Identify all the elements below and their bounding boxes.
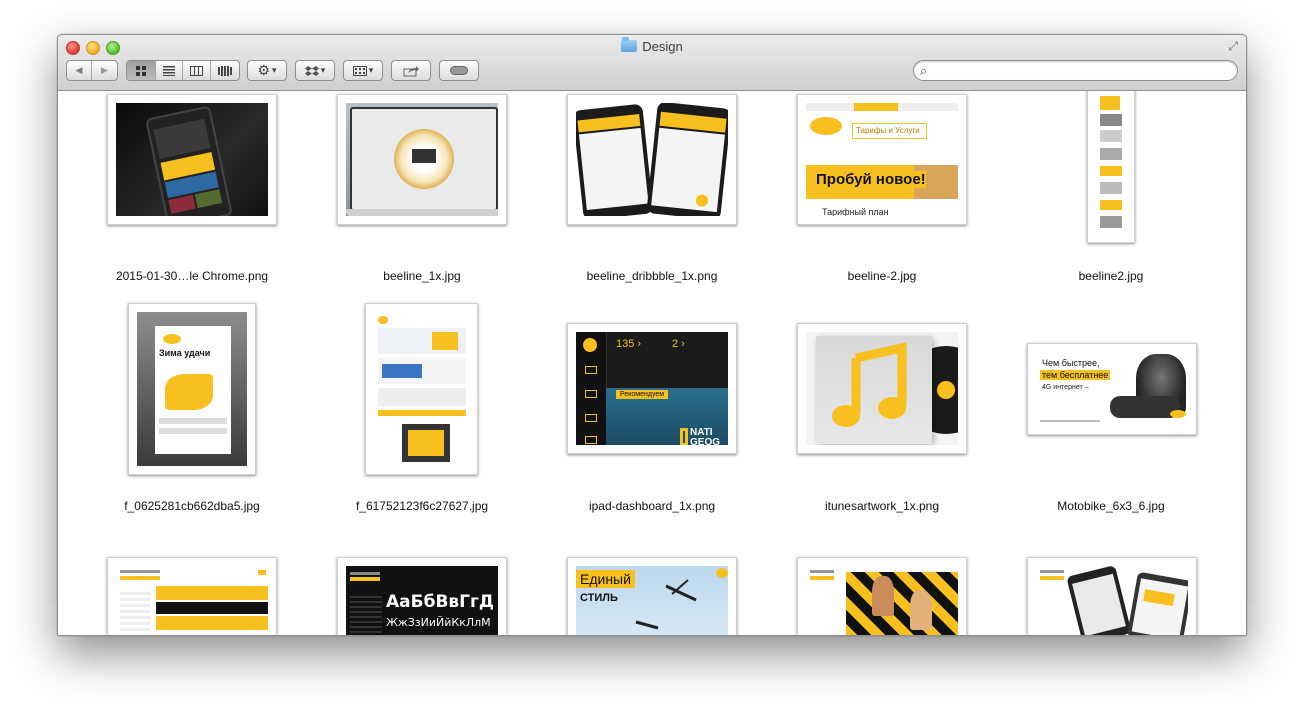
view-switcher: [126, 60, 240, 81]
finder-window: Design ⤢ ◀ ▶ ⚙ ▾ ▾ ▾ ⌕ 2015-01-30…le Chr…: [57, 34, 1247, 636]
file-name[interactable]: Motobike_6x3_6.jpg: [996, 499, 1226, 513]
guideline-page-art: [116, 566, 268, 635]
icon-view-icon: [135, 65, 146, 76]
search-field[interactable]: ⌕: [913, 60, 1238, 81]
tags-button[interactable]: [439, 60, 479, 81]
file-thumbnail[interactable]: [567, 94, 737, 225]
thumb-text: АаБбВвГгД: [386, 592, 495, 612]
file-thumbnail[interactable]: [797, 323, 967, 454]
file-thumbnail[interactable]: [107, 557, 277, 635]
file-name[interactable]: ipad-dashboard_1x.png: [537, 499, 767, 513]
share-icon: [403, 65, 419, 76]
thumb-text: Пробуй новое!: [816, 171, 926, 188]
file-name[interactable]: beeline_dribbble_1x.png: [537, 269, 767, 283]
window-title: Design: [58, 37, 1246, 55]
file-name[interactable]: f_61752123f6c27627.jpg: [307, 499, 537, 513]
music-note-icon: [832, 342, 907, 427]
dropbox-icon: [304, 65, 319, 76]
itunes-artwork-art: [806, 332, 958, 445]
file-thumbnail[interactable]: АаБбВвГгД ЖжЗзИиЙйКкЛлМ: [337, 557, 507, 635]
file-name[interactable]: itunesartwork_1x.png: [767, 499, 997, 513]
dropbox-button[interactable]: ▾: [295, 60, 335, 81]
file-name[interactable]: f_0625281cb662dba5.jpg: [77, 499, 307, 513]
icon-view-button[interactable]: [127, 61, 156, 80]
thumb-text: тем бесплатнее: [1040, 370, 1111, 380]
file-thumbnail[interactable]: [337, 94, 507, 225]
website-art: Тарифы и Услуги Пробуй новое! Тарифный п…: [806, 103, 958, 216]
thumb-text: Чем быстрее,: [1042, 358, 1100, 368]
file-name[interactable]: beeline_1x.jpg: [307, 269, 537, 283]
file-name[interactable]: beeline2.jpg: [996, 269, 1226, 283]
file-thumbnail[interactable]: Зима удачи: [128, 303, 256, 475]
back-button[interactable]: ◀: [67, 61, 93, 80]
brochure-art: [374, 312, 469, 466]
list-view-icon: [162, 65, 175, 76]
thumb-text: Рекомендуем: [616, 390, 669, 399]
file-grid: 2015-01-30…le Chrome.png beeline_1x.jpg: [58, 91, 1246, 635]
thumb-text: Зима удачи: [159, 348, 211, 358]
file-thumbnail[interactable]: [365, 303, 478, 475]
search-icon: ⌕: [920, 63, 928, 78]
titlebar: Design ⤢ ◀ ▶ ⚙ ▾ ▾ ▾ ⌕: [58, 35, 1246, 91]
tablet-hands-art: [1036, 566, 1188, 635]
column-view-icon: [189, 65, 203, 76]
fullscreen-icon[interactable]: ⤢: [1228, 39, 1238, 54]
thumb-text: 135 ›: [616, 338, 642, 350]
thumb-text: Тарифный план: [822, 207, 889, 216]
billboard-art: Чем быстрее, тем бесплатнее 4G интернет …: [1036, 352, 1188, 426]
people-collage-art: [806, 566, 958, 635]
thumb-text: Тарифы и Услуги: [852, 123, 927, 139]
laptop-art: [346, 103, 498, 216]
arrange-icon: [352, 65, 367, 76]
thumb-text: 4G интернет –: [1042, 384, 1089, 391]
file-thumbnail[interactable]: Чем быстрее, тем бесплатнее 4G интернет …: [1027, 343, 1197, 435]
file-name[interactable]: 2015-01-30…le Chrome.png: [77, 269, 307, 283]
thumb-text: NATI GEOG: [690, 427, 721, 446]
phone-screenshot-art: [116, 103, 268, 216]
action-button[interactable]: ⚙ ▾: [247, 60, 287, 81]
thumb-text: 2 ›: [672, 338, 685, 350]
file-thumbnail[interactable]: [1027, 557, 1197, 635]
back-forward-group: ◀ ▶: [66, 60, 118, 81]
file-thumbnail[interactable]: [797, 557, 967, 635]
column-view-button[interactable]: [183, 61, 211, 80]
font-specimen-art: АаБбВвГгД ЖжЗзИиЙйКкЛлМ: [346, 566, 498, 635]
poster-art: Зима удачи: [137, 312, 247, 466]
ipad-dashboard-art: 135 › 2 › Рекомендуем NATI GEOG: [576, 332, 728, 445]
unified-style-art: Единый СТИЛЬ: [576, 566, 728, 635]
file-thumbnail[interactable]: Единый СТИЛЬ: [567, 557, 737, 635]
coverflow-view-icon: [217, 65, 232, 76]
gear-icon: ⚙: [257, 62, 271, 78]
search-input[interactable]: [936, 63, 1235, 80]
dual-phone-art: [576, 103, 728, 216]
list-view-button[interactable]: [156, 61, 184, 80]
arrange-button[interactable]: ▾: [343, 60, 383, 81]
file-thumbnail[interactable]: [1087, 91, 1135, 243]
file-thumbnail[interactable]: [107, 94, 277, 225]
tags-icon: [450, 66, 468, 75]
share-button[interactable]: [391, 60, 431, 81]
long-page-art: [1092, 92, 1130, 238]
file-thumbnail[interactable]: Тарифы и Услуги Пробуй новое! Тарифный п…: [797, 94, 967, 225]
forward-button[interactable]: ▶: [92, 61, 117, 80]
folder-icon: [621, 37, 638, 52]
skydiver-icon: [635, 579, 697, 630]
thumb-text: ЖжЗзИиЙйКкЛлМ: [386, 616, 491, 629]
file-thumbnail[interactable]: 135 › 2 › Рекомендуем NATI GEOG: [567, 323, 737, 454]
coverflow-view-button[interactable]: [211, 61, 239, 80]
file-name[interactable]: beeline-2.jpg: [767, 269, 997, 283]
